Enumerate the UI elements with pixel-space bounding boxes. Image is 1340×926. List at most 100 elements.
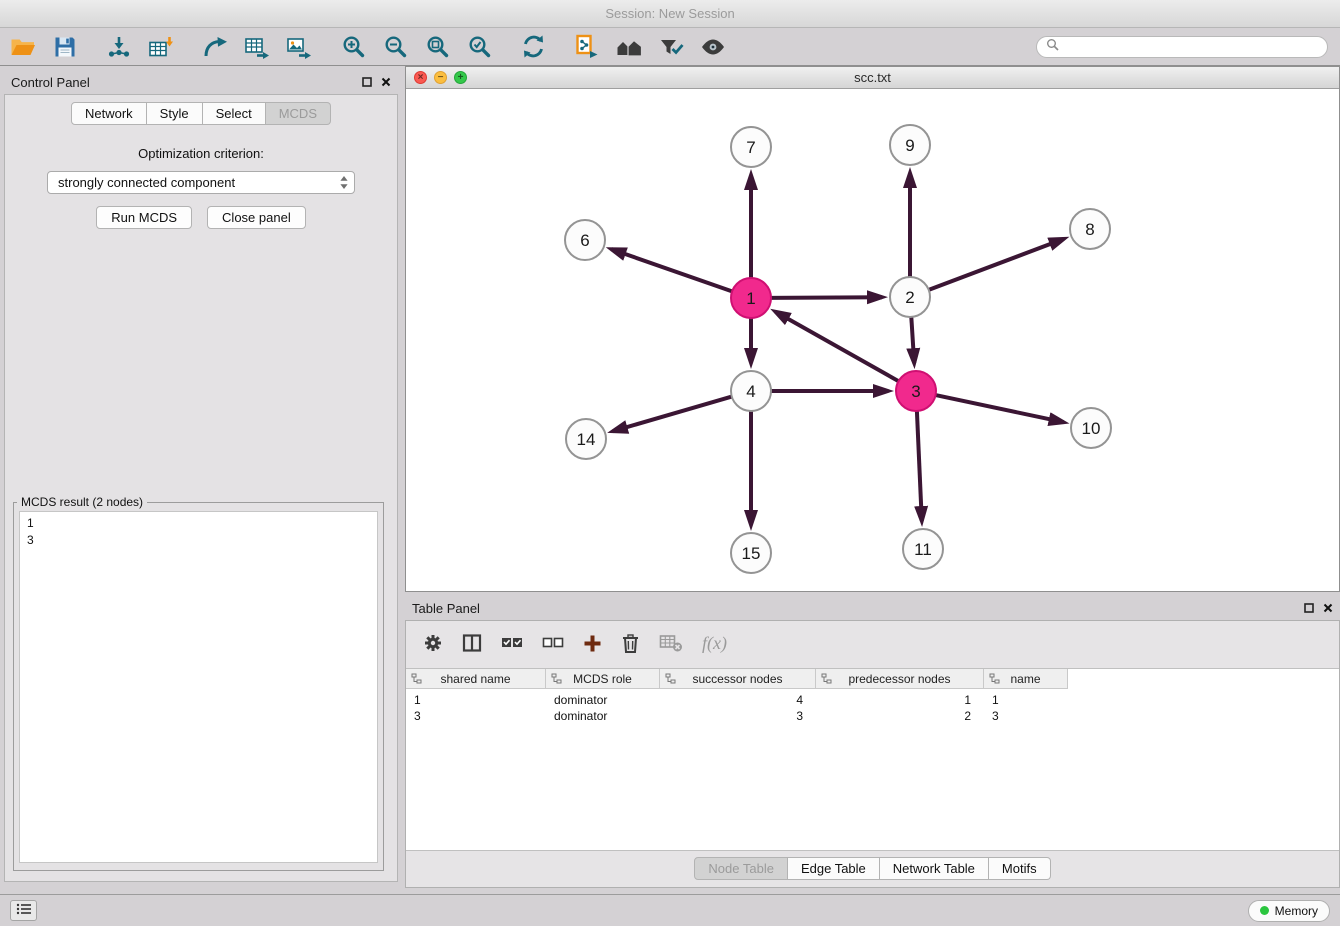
run-mcds-button[interactable]: Run MCDS — [96, 206, 192, 229]
node-2[interactable]: 2 — [890, 277, 930, 317]
search-box[interactable] — [1036, 36, 1328, 58]
import-network-icon[interactable] — [104, 33, 134, 61]
window-minimize-icon[interactable]: − — [434, 71, 447, 84]
node-14[interactable]: 14 — [566, 419, 606, 459]
save-session-icon[interactable] — [50, 33, 80, 61]
window-zoom-icon[interactable]: + — [454, 71, 467, 84]
node-label: 2 — [905, 288, 914, 307]
column-tree-icon — [665, 673, 676, 684]
network-window-titlebar[interactable]: × − + scc.txt — [406, 67, 1339, 89]
edge-1-6[interactable] — [611, 249, 732, 291]
tab-style[interactable]: Style — [147, 102, 203, 125]
zoom-selected-icon[interactable] — [464, 33, 494, 61]
zoom-out-icon[interactable] — [380, 33, 410, 61]
column-tree-icon — [989, 673, 1000, 684]
tab-motifs[interactable]: Motifs — [989, 857, 1051, 880]
toolbar-group-import — [104, 33, 176, 61]
tab-edge-table[interactable]: Edge Table — [788, 857, 880, 880]
table-panel-close-icon[interactable] — [1323, 603, 1333, 613]
add-column-icon[interactable] — [583, 634, 602, 653]
tab-mcds[interactable]: MCDS — [266, 102, 331, 125]
column-header-shared-name[interactable]: shared name — [406, 669, 546, 689]
task-history-button[interactable] — [10, 900, 37, 921]
gear-icon[interactable] — [423, 633, 443, 653]
tab-select[interactable]: Select — [203, 102, 266, 125]
network-window-title: scc.txt — [854, 70, 891, 85]
table-panel-body: f(x) shared nameMCDS rolesuccessor nodes… — [405, 620, 1340, 888]
table-row[interactable]: 3dominator323 — [406, 708, 1339, 724]
table-panel-float-icon[interactable] — [1304, 603, 1314, 613]
node-table: shared nameMCDS rolesuccessor nodesprede… — [406, 668, 1339, 851]
cytoscape-app: { "titlebar": { "title": "Session: New S… — [0, 0, 1340, 926]
edge-4-14[interactable] — [613, 397, 732, 432]
node-label: 1 — [746, 289, 755, 308]
node-10[interactable]: 10 — [1071, 408, 1111, 448]
control-panel-float-icon[interactable] — [362, 77, 372, 87]
import-table-icon[interactable] — [146, 33, 176, 61]
network-graph: 7 9 6 8 1 2 4 3 14 10 15 11 — [406, 90, 1339, 592]
node-11[interactable]: 11 — [903, 529, 943, 569]
node-label: 14 — [577, 430, 596, 449]
filter-icon[interactable] — [656, 33, 686, 61]
control-panel-close-icon[interactable] — [381, 77, 391, 87]
tab-node-table[interactable]: Node Table — [694, 857, 788, 880]
function-builder-icon: f(x) — [702, 633, 727, 654]
memory-button[interactable]: Memory — [1248, 900, 1330, 922]
export-network-icon[interactable] — [200, 33, 230, 61]
node-label: 15 — [742, 544, 761, 563]
mcds-buttons-row: Run MCDS Close panel — [5, 206, 397, 229]
table-panel-header: Table Panel — [405, 596, 1340, 620]
network-from-selection-icon[interactable] — [572, 33, 602, 61]
select-all-columns-icon[interactable] — [501, 633, 523, 653]
mcds-result-list[interactable]: 13 — [19, 511, 378, 863]
table-header-row: shared nameMCDS rolesuccessor nodesprede… — [406, 669, 1339, 689]
node-3[interactable]: 3 — [896, 371, 936, 411]
open-file-icon[interactable] — [8, 33, 38, 61]
table-cell-predecessor-nodes: 1 — [816, 693, 984, 707]
node-9[interactable]: 9 — [890, 125, 930, 165]
node-15[interactable]: 15 — [731, 533, 771, 573]
column-header-mcds-role[interactable]: MCDS role — [546, 669, 660, 689]
column-header-predecessor-nodes[interactable]: predecessor nodes — [816, 669, 984, 689]
table-cell-mcds-role: dominator — [546, 709, 660, 723]
mcds-result-item[interactable]: 3 — [27, 532, 370, 549]
deselect-all-columns-icon[interactable] — [542, 633, 564, 653]
apply-layout-icon[interactable] — [518, 33, 548, 61]
toolbar-group-view — [572, 33, 728, 61]
zoom-in-icon[interactable] — [338, 33, 368, 61]
node-8[interactable]: 8 — [1070, 209, 1110, 249]
edge-3-11[interactable] — [917, 411, 922, 521]
table-cell-successor-nodes: 4 — [660, 693, 816, 707]
export-table-icon[interactable] — [242, 33, 272, 61]
edge-1-2[interactable] — [771, 297, 882, 298]
mcds-result-title: MCDS result (2 nodes) — [17, 495, 147, 509]
mcds-result-item[interactable]: 1 — [27, 515, 370, 532]
edge-2-8[interactable] — [929, 239, 1064, 290]
search-input[interactable] — [1064, 40, 1318, 54]
first-neighbors-icon[interactable] — [614, 33, 644, 61]
edge-2-3[interactable] — [911, 317, 914, 363]
delete-column-icon[interactable] — [621, 633, 640, 654]
tab-network-table[interactable]: Network Table — [880, 857, 989, 880]
column-header-name[interactable]: name — [984, 669, 1068, 689]
column-header-successor-nodes[interactable]: successor nodes — [660, 669, 816, 689]
zoom-fit-icon[interactable] — [422, 33, 452, 61]
edge-3-10[interactable] — [936, 395, 1064, 422]
node-1[interactable]: 1 — [731, 278, 771, 318]
export-image-icon[interactable] — [284, 33, 314, 61]
network-canvas[interactable]: 7 9 6 8 1 2 4 3 14 10 15 11 — [406, 90, 1339, 591]
close-panel-button[interactable]: Close panel — [207, 206, 306, 229]
tab-network[interactable]: Network — [71, 102, 147, 125]
node-6[interactable]: 6 — [565, 220, 605, 260]
memory-button-label: Memory — [1275, 904, 1318, 918]
window-close-icon[interactable]: × — [414, 71, 427, 84]
column-visibility-icon[interactable] — [462, 633, 482, 653]
criterion-dropdown[interactable]: strongly connected component — [47, 171, 355, 194]
edge-3-1[interactable] — [775, 312, 898, 382]
node-7[interactable]: 7 — [731, 127, 771, 167]
table-cell-successor-nodes: 3 — [660, 709, 816, 723]
show-graphics-details-icon[interactable] — [698, 33, 728, 61]
node-4[interactable]: 4 — [731, 371, 771, 411]
table-row[interactable]: 1dominator411 — [406, 692, 1339, 708]
window-titlebar[interactable]: Session: New Session — [0, 0, 1340, 28]
